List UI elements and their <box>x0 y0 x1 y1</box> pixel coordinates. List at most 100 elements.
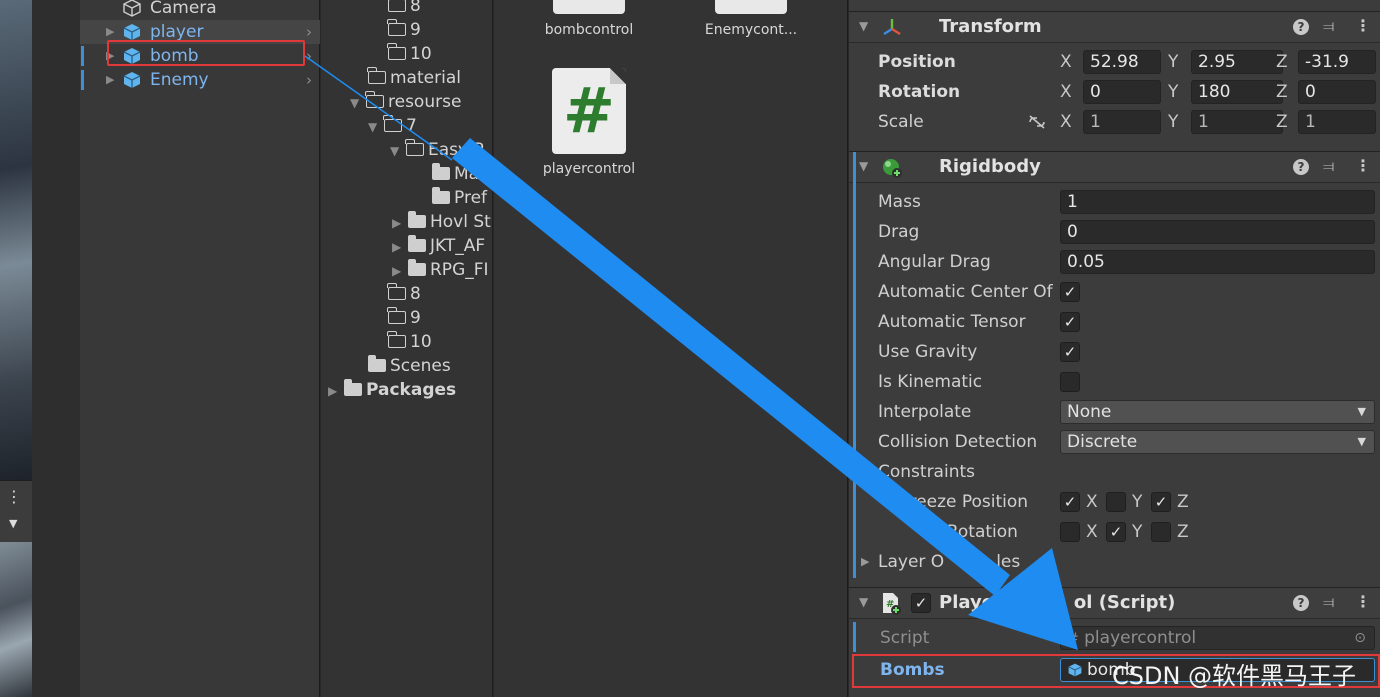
angular-drag-field[interactable]: 0.05 <box>1060 250 1375 274</box>
folder-item[interactable]: 8 <box>387 282 421 306</box>
fold-closed-arrow-icon[interactable]: ▶ <box>392 211 408 235</box>
fold-open-arrow-icon[interactable]: ▼ <box>859 159 868 173</box>
fold-closed-arrow-icon[interactable]: ▶ <box>392 259 408 283</box>
fold-open-arrow-icon[interactable]: ▼ <box>350 91 366 115</box>
folder-item[interactable]: ▼ 7 <box>368 114 417 138</box>
axis-x-label[interactable]: X <box>1060 110 1072 134</box>
freeze-rotation-y-checkbox[interactable]: ✓ <box>1106 522 1126 542</box>
hierarchy-item-camera[interactable]: Camera <box>80 0 320 20</box>
folder-item[interactable]: ▶ Hovl St <box>392 210 491 234</box>
help-icon[interactable]: ? <box>1293 595 1309 611</box>
use-gravity-checkbox[interactable]: ✓ <box>1060 342 1080 362</box>
asset-label[interactable]: Enemycont... <box>692 22 810 38</box>
fold-open-arrow-icon[interactable]: ▼ <box>368 115 384 139</box>
freeze-rotation-x-checkbox[interactable] <box>1060 522 1080 542</box>
chevron-right-icon[interactable]: › <box>306 68 312 92</box>
folder-item[interactable]: ▶ RPG_FI <box>392 258 489 282</box>
auto-center-checkbox[interactable]: ✓ <box>1060 282 1080 302</box>
fold-open-arrow-icon[interactable]: ▼ <box>861 465 869 478</box>
axis-x-label[interactable]: X <box>1060 50 1072 74</box>
scale-x-field[interactable]: 1 <box>1083 110 1161 134</box>
asset-label[interactable]: bombcontrol <box>530 22 648 38</box>
folder-item[interactable]: 9 <box>387 18 421 42</box>
fold-closed-arrow-icon[interactable]: ▶ <box>328 379 344 403</box>
script-enabled-checkbox[interactable]: ✓ <box>911 593 931 613</box>
folder-item[interactable]: Pref <box>432 186 487 210</box>
position-z-field[interactable]: -31.9 <box>1298 50 1376 74</box>
link-broken-icon[interactable] <box>1027 114 1047 130</box>
preset-icon[interactable]: ⫤ <box>1323 593 1334 611</box>
fold-open-arrow-icon[interactable]: ▼ <box>390 139 406 163</box>
chevron-right-icon[interactable]: › <box>306 20 312 44</box>
axis-y-label[interactable]: Y <box>1168 80 1178 104</box>
folder-item[interactable]: 10 <box>387 42 432 66</box>
drag-field[interactable]: 0 <box>1060 220 1375 244</box>
mass-field[interactable]: 1 <box>1060 190 1375 214</box>
component-marker <box>853 622 856 652</box>
preset-icon[interactable]: ⫤ <box>1323 17 1334 35</box>
chevron-right-icon[interactable]: › <box>306 44 312 68</box>
folder-icon <box>408 235 426 252</box>
asset-label[interactable]: playercontrol <box>530 161 648 177</box>
collision-detection-dropdown[interactable]: Discrete ▼ <box>1060 430 1375 454</box>
axis-y-label[interactable]: Y <box>1168 50 1178 74</box>
folder-item[interactable]: ▶ JKT_AF <box>392 234 485 258</box>
dropdown-caret-icon[interactable]: ▼ <box>9 517 17 530</box>
rigidbody-header[interactable]: ▼ Rigidbody ? ⫤ ⋮ <box>849 151 1380 183</box>
script-asset-icon[interactable] <box>715 0 787 14</box>
hierarchy-item-enemy[interactable]: ▶ Enemy › <box>80 68 320 92</box>
script-component-header[interactable]: ▼ # ✓ Playe ol (Script) ? ⫤ ⋮ <box>849 587 1380 619</box>
fold-open-arrow-icon[interactable]: ▼ <box>859 595 868 609</box>
folder-label: Pref <box>454 188 488 208</box>
folder-item[interactable]: ▼ resourse <box>350 90 461 114</box>
axis-x-label[interactable]: X <box>1060 80 1072 104</box>
axis-z-label[interactable]: Z <box>1276 110 1288 134</box>
script-asset-icon[interactable] <box>553 0 625 14</box>
freeze-position-x-checkbox[interactable]: ✓ <box>1060 492 1080 512</box>
more-vertical-icon[interactable]: ⋮ <box>1355 156 1371 175</box>
folder-label: JKT_AF <box>430 236 486 256</box>
folder-item[interactable]: 9 <box>387 306 421 330</box>
axis-z-label[interactable]: Z <box>1276 50 1288 74</box>
axis-y-label: Y <box>1132 492 1143 512</box>
freeze-position-y-checkbox[interactable] <box>1106 492 1126 512</box>
scene-render-top <box>0 0 32 480</box>
help-icon[interactable]: ? <box>1293 159 1309 175</box>
rotation-x-field[interactable]: 0 <box>1083 80 1161 104</box>
axis-z-label[interactable]: Z <box>1276 80 1288 104</box>
folder-item[interactable]: ▼ Easy P <box>390 138 484 162</box>
rotation-z-field[interactable]: 0 <box>1298 80 1376 104</box>
folder-item[interactable]: Mate <box>432 162 496 186</box>
scale-z-field[interactable]: 1 <box>1298 110 1376 134</box>
folder-item[interactable]: material <box>367 66 461 90</box>
help-icon[interactable]: ? <box>1293 19 1309 35</box>
expand-arrow-icon[interactable]: ▶ <box>106 68 114 92</box>
is-kinematic-checkbox[interactable] <box>1060 372 1080 392</box>
fold-closed-arrow-icon[interactable]: ▶ <box>861 555 869 568</box>
scale-y-field[interactable]: 1 <box>1191 110 1283 134</box>
preset-icon[interactable]: ⫤ <box>1323 157 1334 175</box>
more-vertical-icon[interactable]: ⋮ <box>6 487 22 506</box>
fold-closed-arrow-icon[interactable]: ▶ <box>392 235 408 259</box>
folder-label: Hovl St <box>430 212 491 232</box>
freeze-rotation-z-checkbox[interactable] <box>1151 522 1171 542</box>
folder-item-packages[interactable]: ▶ Packages <box>328 378 456 402</box>
folder-item[interactable]: 8 <box>388 0 421 18</box>
csharp-script-icon[interactable]: # <box>552 68 626 154</box>
fold-open-arrow-icon[interactable]: ▼ <box>859 19 868 33</box>
rotation-y-field[interactable]: 180 <box>1191 80 1283 104</box>
axis-y-label[interactable]: Y <box>1168 110 1178 134</box>
more-vertical-icon[interactable]: ⋮ <box>1355 16 1371 35</box>
freeze-position-z-checkbox[interactable]: ✓ <box>1151 492 1171 512</box>
rigidbody-icon <box>883 159 902 178</box>
constraints-label[interactable]: Constraints <box>878 460 975 484</box>
more-vertical-icon[interactable]: ⋮ <box>1355 592 1371 611</box>
folder-item[interactable]: Scenes <box>368 354 451 378</box>
layer-overrides-label[interactable]: Layer O les <box>878 550 1020 574</box>
position-x-field[interactable]: 52.98 <box>1083 50 1161 74</box>
interpolate-dropdown[interactable]: None ▼ <box>1060 400 1375 424</box>
position-y-field[interactable]: 2.95 <box>1191 50 1283 74</box>
transform-header[interactable]: ▼ Transform ? ⫤ ⋮ <box>849 11 1380 43</box>
auto-tensor-checkbox[interactable]: ✓ <box>1060 312 1080 332</box>
folder-item[interactable]: 10 <box>387 330 432 354</box>
